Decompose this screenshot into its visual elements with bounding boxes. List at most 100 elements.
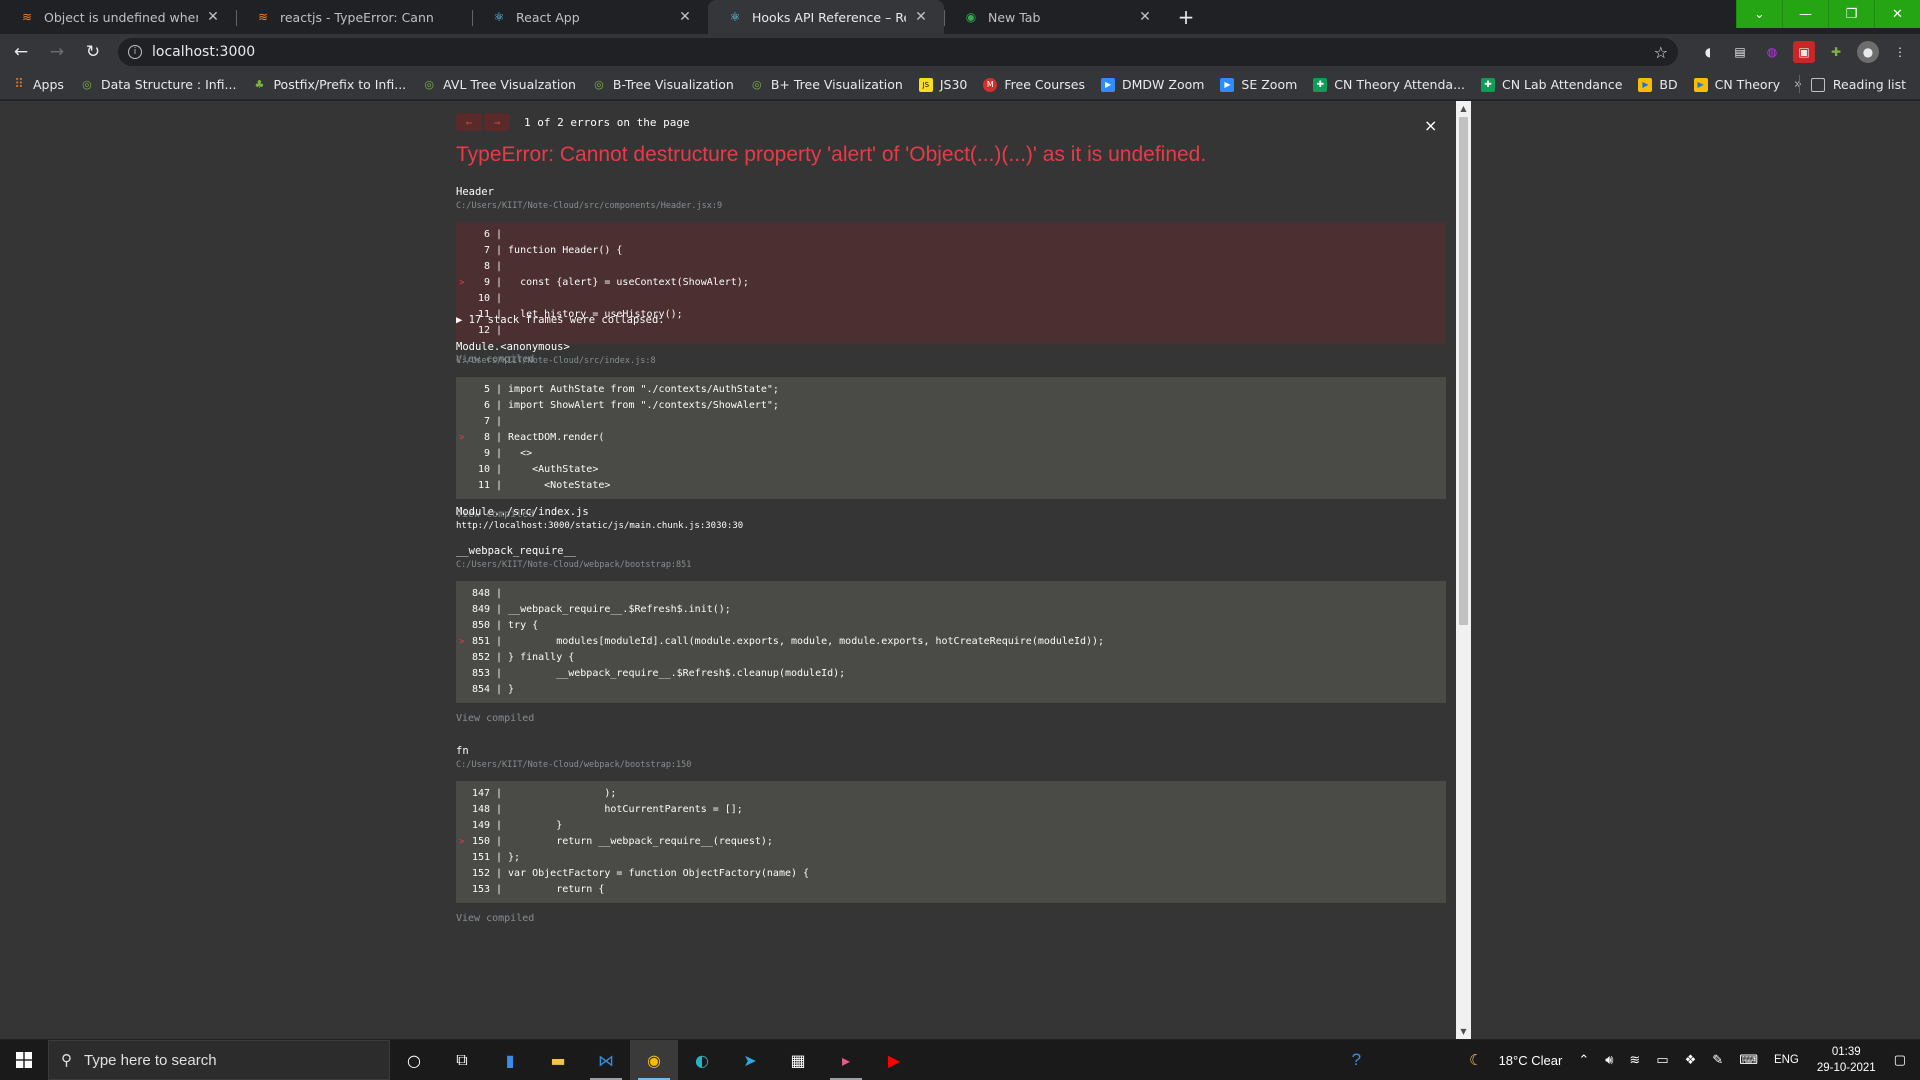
scroll-down-arrow-icon[interactable]: ▼ — [1456, 1024, 1471, 1039]
window-controls: ⌄ — ❐ ✕ — [1736, 0, 1920, 28]
extension-icon[interactable]: ◍ — [1761, 41, 1783, 63]
phone-app-icon[interactable]: ▮ — [486, 1040, 534, 1080]
task-view-icon[interactable]: ⧉ — [438, 1040, 486, 1080]
bookmark-item[interactable]: ▶ DMDW Zoom — [1101, 77, 1204, 92]
scrollbar-thumb[interactable] — [1459, 117, 1468, 625]
edge-icon[interactable]: ◐ — [678, 1040, 726, 1080]
back-button[interactable]: ← — [6, 37, 36, 67]
vscode-icon[interactable]: ⋈ — [582, 1040, 630, 1080]
tab-1[interactable]: ≋ reactjs - TypeError: Cannot destr — [236, 0, 472, 34]
volume-icon[interactable]: 🔊︎ — [1605, 1052, 1613, 1068]
dropbox-icon[interactable]: ❖ — [1685, 1052, 1697, 1068]
line-separator: | — [496, 432, 503, 443]
weather-text[interactable]: 18°C Clear — [1499, 1053, 1563, 1068]
bookmark-item[interactable]: ◎ B+ Tree Visualization — [750, 77, 903, 92]
line-source: <NoteState> — [508, 480, 611, 491]
weather-moon-icon[interactable]: ☾ — [1469, 1051, 1482, 1069]
bookmark-label: B-Tree Visualization — [612, 77, 734, 92]
reader-icon[interactable]: ▤ — [1729, 41, 1751, 63]
error-marker — [456, 291, 468, 307]
close-icon[interactable]: ✕ — [204, 9, 222, 25]
keyboard-icon[interactable]: ⌨ — [1739, 1052, 1758, 1068]
close-icon[interactable]: ✕ — [912, 9, 930, 25]
prev-error-button[interactable]: ← — [456, 113, 482, 131]
line-separator: | — [496, 464, 503, 475]
view-compiled-link[interactable]: View compiled — [456, 913, 1446, 924]
bookmark-item[interactable]: ◎ B-Tree Visualization — [592, 77, 734, 92]
chrome-icon[interactable]: ◉ — [630, 1040, 678, 1080]
tab-2[interactable]: ⚛ React App ✕ — [472, 0, 708, 34]
close-icon[interactable]: ✕ — [676, 9, 694, 25]
extension-icon[interactable]: ▣ — [1793, 41, 1815, 63]
bookmark-item[interactable]: JS JS30 — [918, 77, 967, 92]
collapsed-frames-toggle[interactable]: ▶ 17 stack frames were collapsed. — [456, 314, 1446, 326]
battery-icon[interactable]: ▭ — [1656, 1052, 1668, 1068]
reload-button[interactable]: ↻ — [78, 37, 108, 67]
bookmark-star-icon[interactable]: ☆ — [1654, 43, 1668, 62]
language-indicator[interactable]: ENG — [1774, 1054, 1799, 1066]
file-explorer-icon[interactable]: ▬ — [534, 1040, 582, 1080]
frame-file-path[interactable]: C:/Users/KIIT/Note-Cloud/src/components/… — [456, 201, 1446, 211]
line-separator: | — [496, 684, 503, 695]
help-icon[interactable]: ? — [1352, 1050, 1361, 1070]
minimize-button[interactable]: — — [1782, 0, 1828, 28]
address-bar[interactable]: i localhost:3000 ☆ — [118, 38, 1678, 66]
wifi-icon[interactable]: ≋ — [1629, 1052, 1640, 1068]
close-icon[interactable]: ✕ — [1136, 9, 1154, 25]
view-compiled-link[interactable]: View compiled — [456, 713, 1446, 724]
url-text[interactable]: localhost:3000 — [152, 44, 1654, 60]
frame-file-path[interactable]: http://localhost:3000/static/js/main.chu… — [456, 521, 1446, 531]
puzzle-icon[interactable]: ✚ — [1825, 41, 1847, 63]
store-icon[interactable]: ▦ — [774, 1040, 822, 1080]
close-window-button[interactable]: ✕ — [1874, 0, 1920, 28]
reading-list-button[interactable]: Reading list — [1798, 75, 1906, 93]
pen-icon[interactable]: ✎ — [1712, 1052, 1723, 1068]
clock[interactable]: 01:39 29-10-2021 — [1817, 1044, 1876, 1076]
new-tab-button[interactable]: + — [1168, 0, 1204, 34]
bookmark-item[interactable]: ◎ Data Structure : Infi... — [80, 77, 236, 92]
forward-button[interactable]: → — [42, 37, 72, 67]
tab-search-icon[interactable]: ⌄ — [1736, 0, 1782, 28]
notifications-icon[interactable]: ▢ — [1894, 1052, 1906, 1068]
bookmark-item[interactable]: M Free Courses — [983, 77, 1085, 92]
telegram-icon[interactable]: ➤ — [726, 1040, 774, 1080]
bookmark-item[interactable]: ▶ CN Theory — [1693, 77, 1780, 92]
line-source: } — [508, 684, 515, 695]
tab-3[interactable]: ⚛ Hooks API Reference – React ✕ — [708, 0, 944, 34]
youtube-icon[interactable]: ▶ — [870, 1040, 918, 1080]
tab-0[interactable]: ≋ Object is undefined when trying ✕ — [0, 0, 236, 34]
next-error-button[interactable]: → — [484, 113, 510, 131]
close-overlay-button[interactable]: × — [1424, 116, 1437, 135]
page-scrollbar[interactable]: ▲ ▼ — [1456, 101, 1471, 1039]
chevron-up-icon[interactable]: ⌃ — [1578, 1052, 1589, 1068]
m-icon: M — [983, 77, 998, 92]
extension-icon[interactable]: ◖ — [1697, 41, 1719, 63]
frame-file-path[interactable]: C:/Users/KIIT/Note-Cloud/src/index.js:8 — [456, 356, 1446, 366]
bookmark-item[interactable]: ◎ AVL Tree Visualzation — [422, 77, 576, 92]
bookmark-item[interactable]: ⠿ Apps — [12, 77, 64, 92]
frame-file-path[interactable]: C:/Users/KIIT/Note-Cloud/webpack/bootstr… — [456, 560, 1446, 570]
js30-icon: JS — [918, 77, 933, 92]
bookmark-item[interactable]: ▶ SE Zoom — [1220, 77, 1297, 92]
terminal-icon[interactable]: ▸ — [822, 1040, 870, 1080]
menu-icon[interactable]: ⋮ — [1889, 41, 1911, 63]
line-separator: | — [496, 852, 503, 863]
line-source: import ShowAlert from "./contexts/ShowAl… — [508, 400, 779, 411]
restore-button[interactable]: ❐ — [1828, 0, 1874, 28]
code-snippet: 5 | import AuthState from "./contexts/Auth… — [456, 377, 1446, 499]
bookmark-item[interactable]: ✚ CN Lab Attendance — [1481, 77, 1622, 92]
avatar[interactable]: ● — [1857, 41, 1879, 63]
taskbar-search[interactable]: ⚲ Type here to search — [48, 1040, 390, 1080]
bookmark-label: Apps — [33, 77, 64, 92]
cortana-icon[interactable]: ○ — [390, 1040, 438, 1080]
line-source: } finally { — [508, 652, 575, 663]
start-button[interactable] — [0, 1040, 48, 1080]
line-separator: | — [496, 588, 503, 599]
info-icon[interactable]: i — [128, 45, 142, 59]
bookmark-item[interactable]: ♣ Postfix/Prefix to Infi... — [252, 77, 407, 92]
bookmark-item[interactable]: ✚ CN Theory Attenda... — [1313, 77, 1465, 92]
frame-file-path[interactable]: C:/Users/KIIT/Note-Cloud/webpack/bootstr… — [456, 760, 1446, 770]
scroll-up-arrow-icon[interactable]: ▲ — [1456, 101, 1471, 116]
tab-4[interactable]: ◉ New Tab ✕ — [944, 0, 1168, 34]
bookmark-item[interactable]: ▶ BD — [1638, 77, 1678, 92]
